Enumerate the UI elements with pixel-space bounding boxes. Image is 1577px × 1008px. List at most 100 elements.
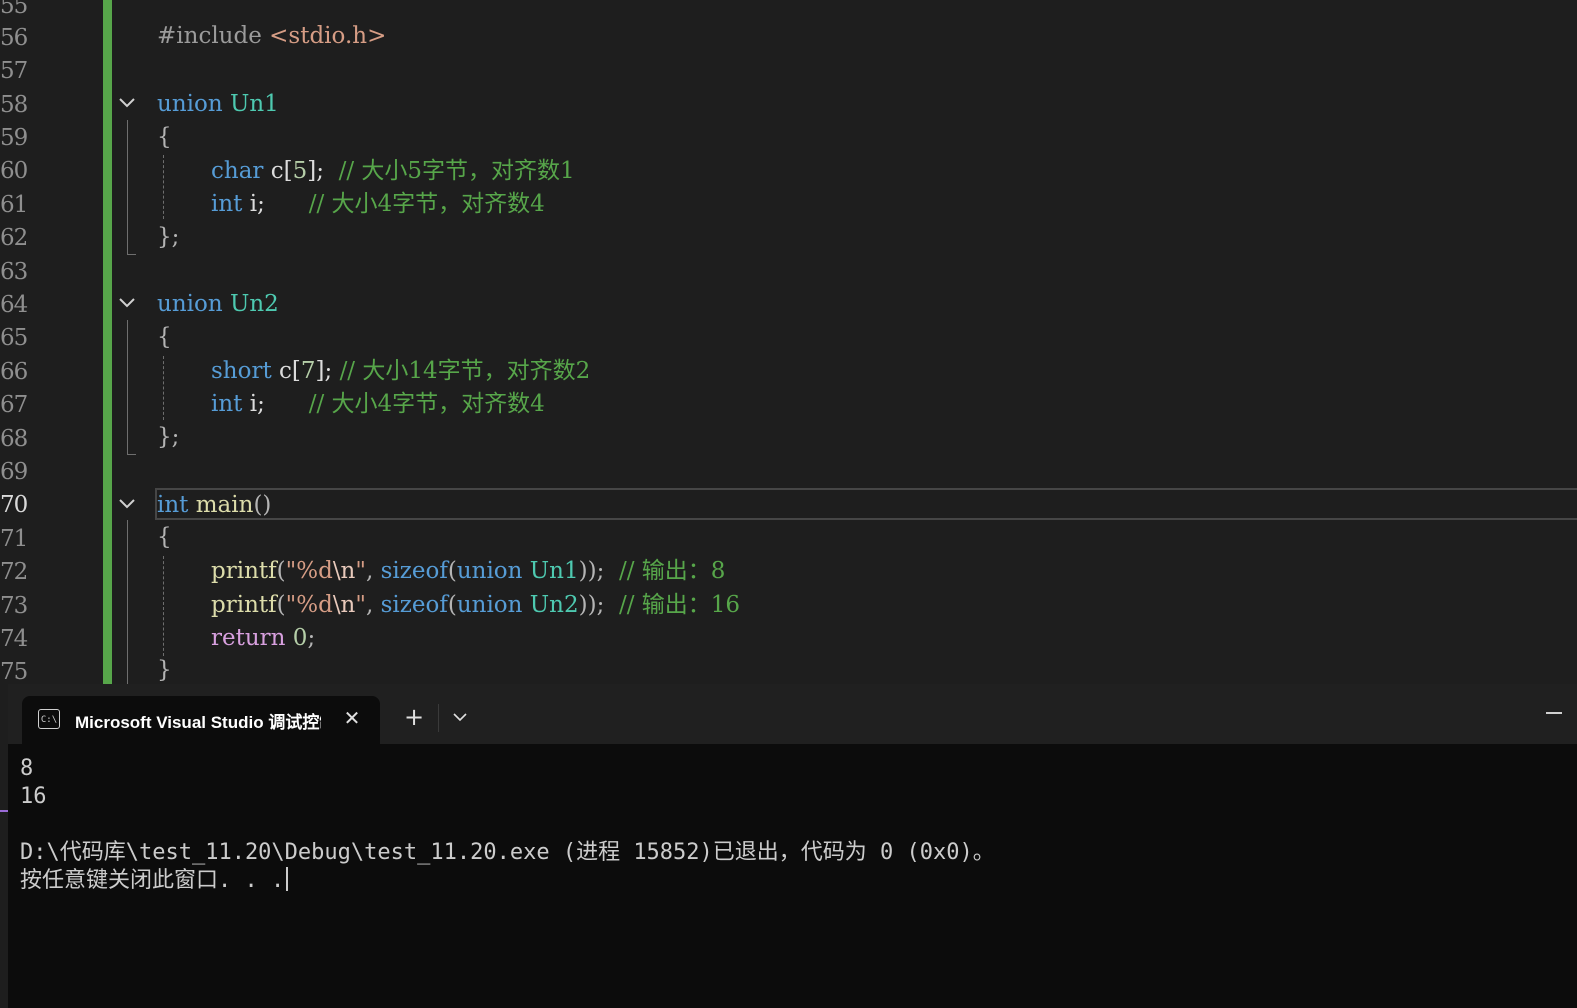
code: ( [447, 558, 457, 584]
function-name: printf [211, 592, 277, 618]
text-cursor [286, 867, 289, 891]
function-name: main [195, 492, 254, 518]
console-output-line: 16 [20, 784, 47, 809]
console-output-line: 8 [20, 756, 34, 781]
code-line[interactable]: int i; // 大小4字节，对齐数4 [211, 188, 545, 221]
fold-bracket [127, 320, 136, 455]
function-name: printf [211, 558, 277, 584]
line-number: 73 [0, 593, 28, 619]
string: "%d [285, 592, 333, 618]
code-line[interactable]: union Un2 [157, 288, 279, 321]
brace: } [157, 657, 172, 683]
line-number: 67 [0, 392, 28, 418]
code-line[interactable]: }; [157, 421, 179, 454]
code: ( [447, 592, 457, 618]
marker [0, 810, 8, 812]
code-line[interactable]: int i; // 大小4字节，对齐数4 [211, 388, 545, 421]
tab-debug-console[interactable]: C:\ Microsoft Visual Studio 调试控制台 ✕ [22, 696, 380, 744]
line-number: 63 [0, 259, 28, 285]
comment: // 大小4字节，对齐数4 [308, 391, 545, 417]
code: ( [276, 558, 286, 584]
minimize-button[interactable] [1546, 712, 1562, 714]
code: c[ [263, 158, 293, 184]
console-prompt-line: 按任意键关闭此窗口. . . [20, 867, 289, 895]
string: " [355, 592, 366, 618]
fold-chevron-icon[interactable] [118, 97, 136, 111]
indent-guide [163, 155, 164, 219]
keyword: char [211, 158, 264, 184]
keyword: union [456, 592, 523, 618]
code-line[interactable]: printf("%d\n", sizeof(union Un1)); // 输出… [211, 555, 725, 588]
keyword: short [211, 358, 272, 384]
code-line-current[interactable]: int main() [157, 489, 271, 522]
type-name: Un2 [229, 291, 279, 317]
current-line-highlight [155, 488, 1577, 520]
code: ]; [307, 158, 339, 184]
comment: // 大小5字节，对齐数1 [338, 158, 575, 184]
indent-guide [163, 556, 164, 656]
debug-console-window[interactable]: C:\ Microsoft Visual Studio 调试控制台 ✕ + 8 … [8, 684, 1577, 1008]
fold-chevron-icon[interactable] [118, 498, 136, 512]
chevron-down-icon[interactable] [448, 704, 472, 730]
code: , [365, 592, 381, 618]
close-tab-icon[interactable]: ✕ [340, 706, 364, 730]
type-name: Un1 [529, 558, 579, 584]
include-path: <stdio.h> [269, 23, 387, 49]
comment: // 大小4字节，对齐数4 [308, 191, 545, 217]
type-name: Un2 [529, 592, 579, 618]
fold-chevron-icon[interactable] [118, 297, 136, 311]
code-line[interactable]: return 0; [211, 622, 315, 655]
code-line[interactable]: char c[5]; // 大小5字节，对齐数1 [211, 155, 575, 188]
code-line[interactable]: union Un1 [157, 88, 279, 121]
comment: // 大小14字节，对齐数2 [339, 358, 591, 384]
divider [438, 704, 439, 732]
line-number: 64 [0, 292, 28, 318]
keyword: int [211, 191, 243, 217]
line-number: 71 [0, 526, 28, 552]
type-name: Un1 [229, 91, 279, 117]
number: 0 [292, 625, 308, 651]
number: 7 [300, 358, 316, 384]
line-number: 55 [0, 0, 28, 19]
code-editor[interactable]: 55 56 57 58 59 60 61 62 63 64 65 66 67 6… [0, 0, 1577, 690]
number: 5 [292, 158, 308, 184]
code: ( [276, 592, 286, 618]
keyword: sizeof [380, 558, 448, 584]
code-line[interactable]: }; [157, 221, 179, 254]
preprocessor: #include [157, 23, 270, 49]
code: )); [578, 592, 619, 618]
comment: // 输出：8 [618, 558, 726, 584]
new-tab-button[interactable]: + [401, 704, 427, 730]
code-line[interactable]: { [157, 321, 172, 354]
line-number: 56 [0, 25, 28, 51]
keyword: sizeof [380, 592, 448, 618]
keyword: int [211, 391, 243, 417]
code-line[interactable]: short c[7]; // 大小14字节，对齐数2 [211, 355, 590, 388]
code-line[interactable]: printf("%d\n", sizeof(union Un2)); // 输出… [211, 589, 740, 622]
indent-guide [163, 356, 164, 420]
code: () [253, 492, 272, 518]
brace: }; [157, 424, 180, 450]
string: "%d [285, 558, 333, 584]
string: " [355, 558, 366, 584]
code: i; [242, 391, 309, 417]
brace: { [157, 324, 172, 350]
code: , [365, 558, 381, 584]
control-keyword: return [211, 625, 286, 651]
comment: // 输出：16 [618, 592, 741, 618]
brace: { [157, 524, 172, 550]
tab-title: Microsoft Visual Studio 调试控制台 [75, 713, 321, 732]
code-line[interactable]: #include <stdio.h> [157, 20, 386, 53]
code-line[interactable]: { [157, 121, 172, 154]
line-number: 69 [0, 459, 28, 485]
line-number: 59 [0, 125, 28, 151]
code-line[interactable]: { [157, 521, 172, 554]
escape: \n [332, 592, 356, 618]
code-line[interactable]: } [157, 654, 172, 687]
code: i; [242, 191, 309, 217]
